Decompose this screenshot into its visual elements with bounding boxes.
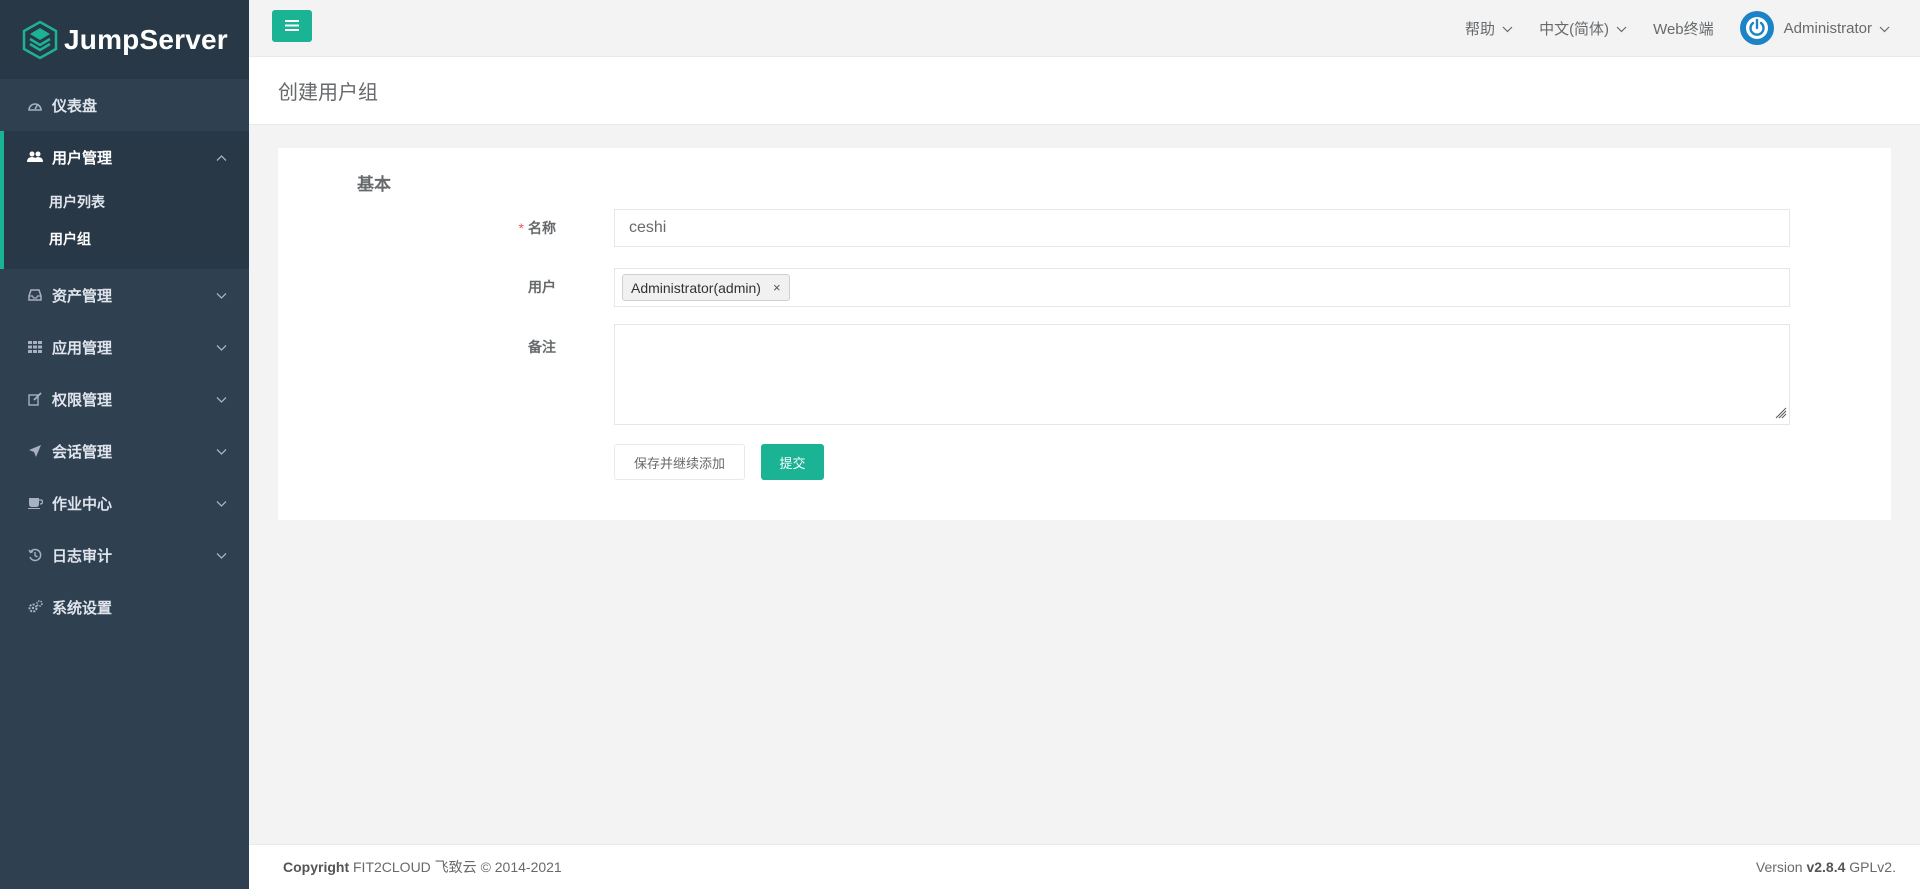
sidebar-item-label: 系统设置 <box>52 599 113 617</box>
language-dropdown[interactable]: 中文(简体) <box>1539 18 1627 39</box>
chevron-down-icon <box>216 287 227 304</box>
chevron-down-icon <box>216 495 227 512</box>
remove-tag-icon[interactable]: × <box>773 280 781 295</box>
chevron-down-icon <box>1616 20 1627 37</box>
coffee-icon <box>27 495 43 511</box>
chevron-down-icon <box>216 547 227 564</box>
users-label: 用户 <box>528 279 556 295</box>
sidebar-item-settings[interactable]: 系统设置 <box>0 581 249 633</box>
sidebar-group-users: 用户管理 用户列表 用户组 <box>0 131 249 269</box>
rocket-icon <box>27 443 43 459</box>
version-number: v2.8.4 <box>1806 859 1846 875</box>
sidebar-nav: 仪表盘 用户管理 用户列表 用户组 资产管理 应用管理 权限管理 会话管理 作业… <box>0 79 249 633</box>
chevron-down-icon <box>1502 20 1513 37</box>
license: GPLv2. <box>1849 859 1896 875</box>
copyright-label: Copyright <box>283 859 350 875</box>
sidebar-toggle-button[interactable] <box>272 10 312 42</box>
sidebar-item-user-management[interactable]: 用户管理 <box>4 131 249 183</box>
comment-textarea[interactable] <box>614 324 1790 425</box>
web-terminal-link[interactable]: Web终端 <box>1653 18 1714 39</box>
help-dropdown[interactable]: 帮助 <box>1465 18 1513 39</box>
avatar <box>1739 11 1774 45</box>
version-info: Version v2.8.4 GPLv2. <box>1756 859 1896 875</box>
top-navbar: 帮助 中文(简体) Web终端 Administrator <box>249 0 1920 57</box>
top-right-menu: 帮助 中文(简体) Web终端 Administrator <box>1439 0 1890 56</box>
chevron-up-icon <box>216 149 227 166</box>
user-management-submenu: 用户列表 用户组 <box>4 183 249 269</box>
sidebar-item-label: 日志审计 <box>52 547 113 565</box>
brand-name: JumpServer <box>64 23 228 55</box>
grid-icon <box>27 339 43 355</box>
page-title: 创建用户组 <box>278 82 378 104</box>
name-label: * 名称 <box>356 218 556 238</box>
sidebar-item-label: 会话管理 <box>52 443 113 461</box>
sidebar: JumpServer 仪表盘 用户管理 用户列表 用户组 资产管理 应用管理 权… <box>0 0 249 889</box>
copyright-text: FIT2CLOUD 飞致云 © 2014-2021 <box>353 859 562 875</box>
comment-label: 备注 <box>528 339 556 355</box>
sidebar-item-user-group[interactable]: 用户组 <box>4 220 249 257</box>
chevron-down-icon <box>1879 20 1890 37</box>
sidebar-item-user-list[interactable]: 用户列表 <box>4 183 249 220</box>
selected-user-tag: Administrator(admin) × <box>622 274 790 301</box>
section-title: 基本 <box>357 175 391 194</box>
dashboard-icon <box>27 97 43 113</box>
copyright: Copyright FIT2CLOUD 飞致云 © 2014-2021 <box>283 857 562 877</box>
users-icon <box>27 149 43 165</box>
tag-label: Administrator(admin) <box>631 279 761 296</box>
sidebar-item-dashboard[interactable]: 仪表盘 <box>0 79 249 131</box>
sidebar-item-applications[interactable]: 应用管理 <box>0 321 249 373</box>
sidebar-item-label: 仪表盘 <box>52 97 98 115</box>
sidebar-item-label: 资产管理 <box>52 287 113 305</box>
sidebar-item-label: 作业中心 <box>52 495 113 513</box>
chevron-down-icon <box>216 339 227 356</box>
resize-handle-icon[interactable] <box>1773 405 1787 422</box>
user-name: Administrator <box>1783 19 1872 37</box>
sidebar-item-assets[interactable]: 资产管理 <box>0 269 249 321</box>
sidebar-item-label: 权限管理 <box>52 391 113 409</box>
gears-icon <box>27 599 43 615</box>
help-label: 帮助 <box>1465 20 1496 38</box>
hamburger-icon <box>285 19 299 34</box>
user-dropdown[interactable]: Administrator <box>1739 11 1890 45</box>
submit-button[interactable]: 提交 <box>761 444 824 480</box>
sidebar-item-permissions[interactable]: 权限管理 <box>0 373 249 425</box>
sidebar-item-jobs[interactable]: 作业中心 <box>0 477 249 529</box>
chevron-down-icon <box>216 443 227 460</box>
sidebar-item-label: 应用管理 <box>52 339 113 357</box>
page-heading: 创建用户组 <box>249 57 1920 125</box>
users-select[interactable]: Administrator(admin) × <box>614 268 1790 307</box>
name-input[interactable]: ceshi <box>614 209 1790 247</box>
form-panel: 基本 * 名称 ceshi 用户 Administrator(admin) × 备… <box>278 148 1891 520</box>
chevron-down-icon <box>216 391 227 408</box>
name-label-text: 名称 <box>528 220 556 236</box>
sidebar-item-label: 用户管理 <box>52 149 113 167</box>
required-marker: * <box>518 220 524 236</box>
name-input-value: ceshi <box>629 219 667 236</box>
logo[interactable]: JumpServer <box>0 0 249 79</box>
sidebar-item-audits[interactable]: 日志审计 <box>0 529 249 581</box>
save-and-continue-button[interactable]: 保存并继续添加 <box>614 444 745 480</box>
sidebar-item-sessions[interactable]: 会话管理 <box>0 425 249 477</box>
language-label: 中文(简体) <box>1539 20 1610 38</box>
version-label: Version <box>1755 859 1803 875</box>
inbox-icon <box>27 287 43 303</box>
footer: Copyright FIT2CLOUD 飞致云 © 2014-2021 Vers… <box>249 844 1920 889</box>
jumpserver-logo-icon <box>22 20 58 59</box>
edit-icon <box>27 391 43 407</box>
history-icon <box>27 547 43 563</box>
